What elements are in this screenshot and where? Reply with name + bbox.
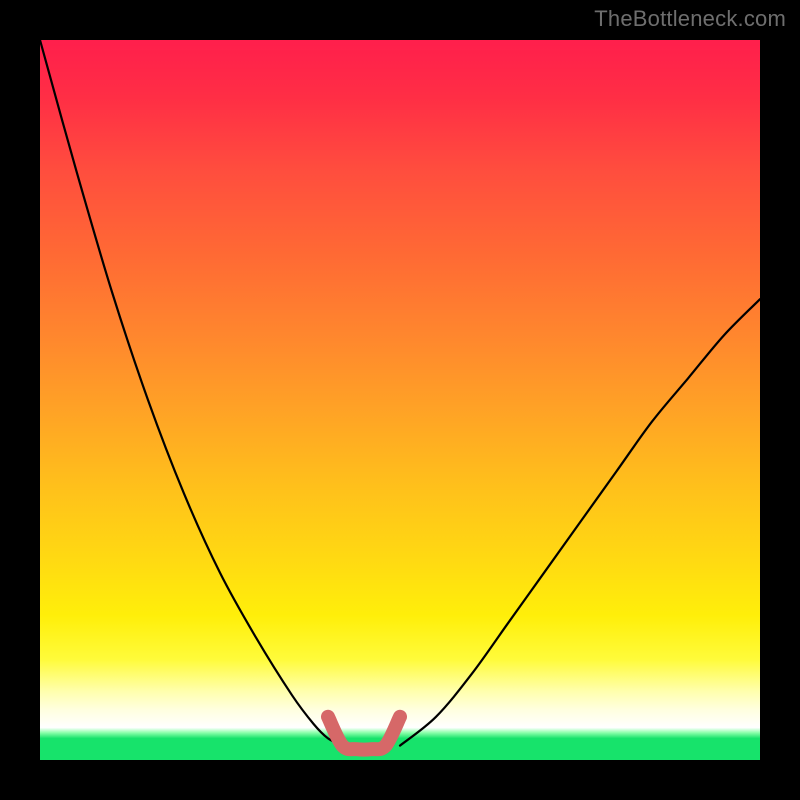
right-curve: [400, 299, 760, 745]
plot-svg: [40, 40, 760, 760]
plot-area: [40, 40, 760, 760]
chart-frame: TheBottleneck.com: [0, 0, 800, 800]
watermark-text: TheBottleneck.com: [594, 6, 786, 32]
left-curve: [40, 40, 342, 746]
min-marker: [328, 717, 400, 750]
curve-layer: [40, 40, 760, 750]
